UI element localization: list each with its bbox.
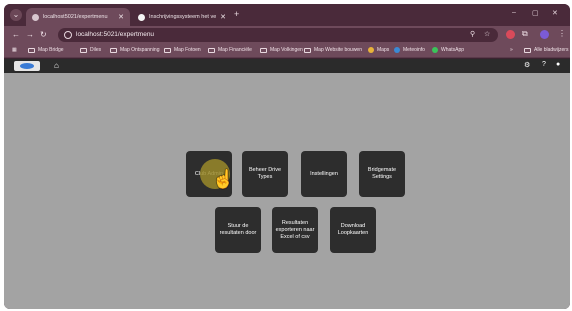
bookmark-maps[interactable]: Maps [368, 47, 389, 53]
help-button[interactable]: ? [542, 61, 546, 68]
folder-icon [524, 47, 531, 53]
tile-label: Beheer Drive Types [248, 167, 282, 180]
folder-icon [164, 47, 171, 53]
new-tab-button[interactable]: + [234, 9, 239, 19]
folder-icon [110, 47, 117, 53]
tile-beheer-drive-types[interactable]: Beheer Drive Types [242, 151, 288, 197]
bookmark-map-bridge[interactable]: Map Bridge [28, 47, 64, 53]
bookmark-meteoinfo[interactable]: Meteoinfo [394, 47, 425, 53]
navigation-bar: ← → ↻ localhost:5021/expertmenu ⚲ ☆ ⧉ ⋮ [4, 26, 570, 44]
tab-search-icon[interactable]: ⌄ [10, 9, 22, 21]
bookmark-map-volkingen[interactable]: Map Volkingen [260, 47, 303, 53]
forward-arrow-icon[interactable]: → [26, 30, 34, 39]
tile-instellingen[interactable]: Instellingen [301, 151, 347, 197]
tab-expertmenu[interactable]: localhost5021/expertmenu ✕ [26, 8, 130, 26]
hand-pointer-cursor-icon: ☝ [212, 169, 235, 189]
tile-label: Stuur de resultaten door [219, 223, 257, 236]
puzzle-extensions-icon[interactable]: ⧉ [522, 29, 528, 39]
home-icon[interactable]: ⌂ [54, 61, 59, 70]
bookmark-map-fotoen[interactable]: Map Fotoen [164, 47, 201, 53]
tile-resultaten-exporteren[interactable]: Resultaten exporteren naar Excel of csv [272, 207, 318, 253]
menu-kebab-icon[interactable]: ⋮ [558, 29, 566, 38]
more-bookmarks-icon[interactable]: » [510, 47, 513, 53]
github-icon [138, 13, 145, 21]
back-arrow-icon[interactable]: ← [12, 30, 20, 39]
tile-stuur-resultaten[interactable]: Stuur de resultaten door [215, 207, 261, 253]
toggle-icon[interactable]: ● [556, 61, 560, 68]
profile-avatar[interactable] [540, 30, 549, 39]
close-window-button[interactable]: ✕ [552, 9, 558, 17]
bookmark-whatsapp[interactable]: WhatsApp [432, 47, 464, 53]
maps-icon [368, 47, 374, 53]
bookmark-map-financiele[interactable]: Map Financiële [208, 47, 252, 53]
app-logo[interactable] [14, 61, 40, 71]
folder-icon [304, 47, 311, 53]
search-icon[interactable]: ⚲ [470, 30, 475, 38]
folder-icon [28, 47, 35, 53]
app-header: ⌂ ⚙ ? ● [4, 59, 570, 73]
close-tab-icon[interactable]: ✕ [118, 13, 124, 21]
folder-icon [80, 47, 87, 53]
address-bar[interactable]: localhost:5021/expertmenu ⚲ ☆ [58, 28, 498, 42]
maximize-button[interactable]: ▢ [532, 9, 539, 17]
tile-bridgemate-settings[interactable]: Bridgemate Settings [359, 151, 405, 197]
tile-download-loopkaarten[interactable]: Download Loopkaarten [330, 207, 376, 253]
expert-menu-area: Club Admin ☝ Beheer Drive Types Instelli… [4, 73, 570, 309]
extension-icon[interactable] [506, 30, 515, 39]
tab-inschrijvingssysteem[interactable]: Inschrijvingssysteem het verplaats ✕ [132, 8, 232, 26]
tab-title: localhost5021/expertmenu [43, 14, 108, 20]
star-icon[interactable]: ☆ [484, 30, 490, 38]
tile-label: Instellingen [310, 170, 338, 177]
tile-label: Resultaten exporteren naar Excel of csv [275, 219, 315, 240]
settings-gear-icon[interactable]: ⚙ [524, 61, 530, 69]
folder-icon [208, 47, 215, 53]
globe-icon [32, 13, 39, 21]
bookmark-alle-bladwijzers[interactable]: Alle bladwijzers [524, 47, 568, 53]
tile-label: Download Loopkaarten [337, 223, 369, 236]
bookmark-map-ontspanning[interactable]: Map Ontspanning [110, 47, 159, 53]
reload-icon[interactable]: ↻ [40, 30, 47, 39]
tab-strip: ⌄ localhost5021/expertmenu ✕ Inschrijvin… [4, 4, 570, 26]
tab-title: Inschrijvingssysteem het verplaats [149, 14, 217, 20]
apps-grid-icon[interactable]: ▦ [12, 47, 17, 53]
browser-window: ⌄ localhost5021/expertmenu ✕ Inschrijvin… [4, 4, 570, 309]
minimize-button[interactable]: – [512, 9, 516, 16]
bookmark-map-website-bouwen[interactable]: Map Website bouwen [304, 47, 362, 53]
tile-label: Bridgemate Settings [367, 167, 397, 180]
weather-icon [394, 47, 400, 53]
whatsapp-icon [432, 47, 438, 53]
folder-icon [260, 47, 267, 53]
url-text: localhost:5021/expertmenu [76, 31, 155, 38]
site-info-icon[interactable] [64, 31, 72, 39]
bookmark-diles[interactable]: Diles [80, 47, 101, 53]
bookmarks-bar: ▦ Map Bridge Diles Map Ontspanning Map F… [4, 44, 570, 58]
close-tab-icon[interactable]: ✕ [220, 13, 226, 21]
